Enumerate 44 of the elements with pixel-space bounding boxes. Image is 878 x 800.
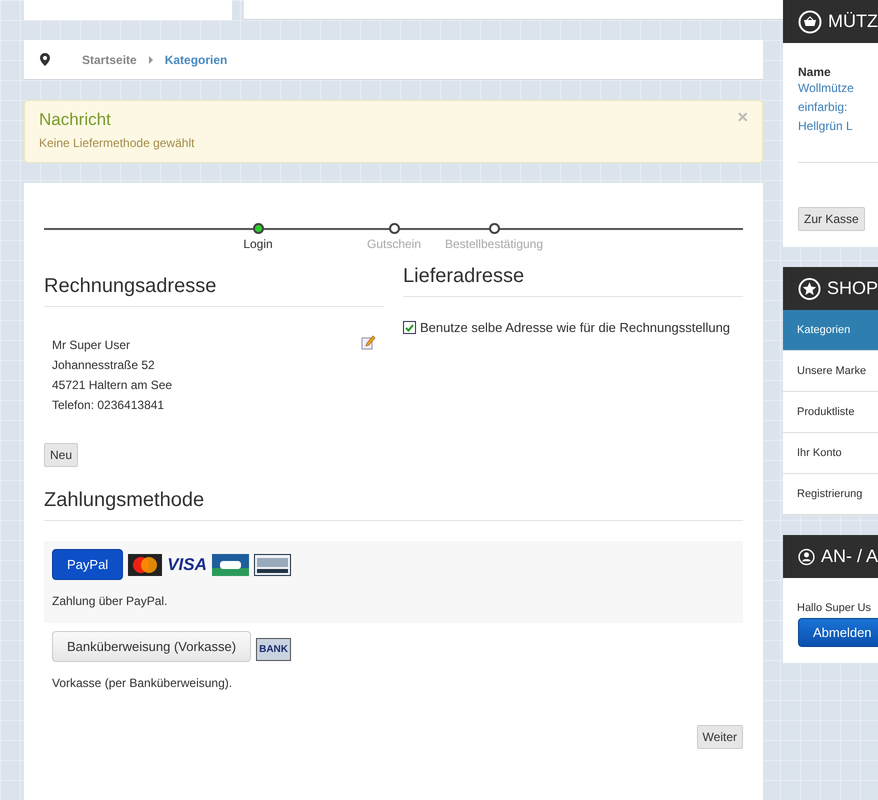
section-heading: Lieferadresse	[403, 265, 743, 297]
sidebar-item[interactable]: Registrierung	[783, 474, 878, 515]
payment-description: Vorkasse (per Banküberweisung).	[52, 676, 234, 690]
breadcrumb-link[interactable]: Kategorien	[164, 52, 228, 66]
payment-description: Zahlung über PayPal.	[52, 594, 168, 608]
sidebar-item[interactable]: Ihr Konto	[783, 433, 878, 474]
checkbox[interactable]	[403, 321, 416, 334]
panel-title: SHOP	[826, 278, 878, 299]
step-label: Bestellbestätigung	[444, 237, 544, 251]
visa-logo: VISA	[167, 554, 207, 574]
new-address-button[interactable]: Neu	[44, 443, 78, 467]
paypal-logo-drawing	[254, 554, 291, 576]
address-line: Telefon: 0236413841	[52, 397, 166, 414]
logout-button[interactable]: Abmelden	[798, 618, 878, 647]
message-text: Keine Liefermethode gewählt	[39, 136, 196, 150]
card-logo-drawing	[212, 554, 249, 576]
edit-icon[interactable]	[361, 335, 376, 350]
column-header: Name	[798, 65, 832, 79]
section-heading: Rechnungsadresse	[44, 275, 384, 307]
cart-item-link[interactable]: Wollmütze einfarbig: Hellgrün L	[798, 79, 863, 136]
step-label: Login	[243, 237, 273, 251]
sidebar-item[interactable]: Unsere Marke	[783, 351, 878, 392]
payment-button[interactable]: PayPal	[52, 549, 124, 580]
sidebar-item[interactable]: Produktliste	[783, 392, 878, 433]
address-line: Mr Super User	[52, 337, 132, 354]
step-label: Gutschein	[366, 237, 422, 251]
breadcrumb-link[interactable]: Startseite	[82, 52, 137, 66]
sidebar-item[interactable]: Kategorien	[783, 310, 878, 351]
chevron-right-icon	[148, 56, 153, 64]
greeting-text: Hallo Super Us	[797, 601, 871, 616]
bank-logo: BANK	[256, 638, 291, 661]
location-pin-icon	[40, 53, 50, 66]
panel-title: AN- / A	[820, 546, 878, 567]
message-title: Nachricht	[39, 110, 111, 130]
next-button[interactable]: Weiter	[696, 725, 743, 749]
panel-title: MÜTZ	[828, 11, 878, 32]
address-line: 45721 Haltern am See	[52, 377, 172, 394]
payment-button[interactable]: Banküberweisung (Vorkasse)	[52, 631, 252, 662]
checkout-button[interactable]: Zur Kasse	[798, 207, 865, 231]
card-logo-drawing	[128, 554, 162, 576]
section-heading: Zahlungsmethode	[44, 489, 743, 521]
basket-icon	[798, 10, 822, 34]
address-line: Johannesstraße 52	[52, 357, 156, 374]
checkbox-label: Benutze selbe Adresse wie für die Rechnungsstellung	[420, 320, 730, 335]
